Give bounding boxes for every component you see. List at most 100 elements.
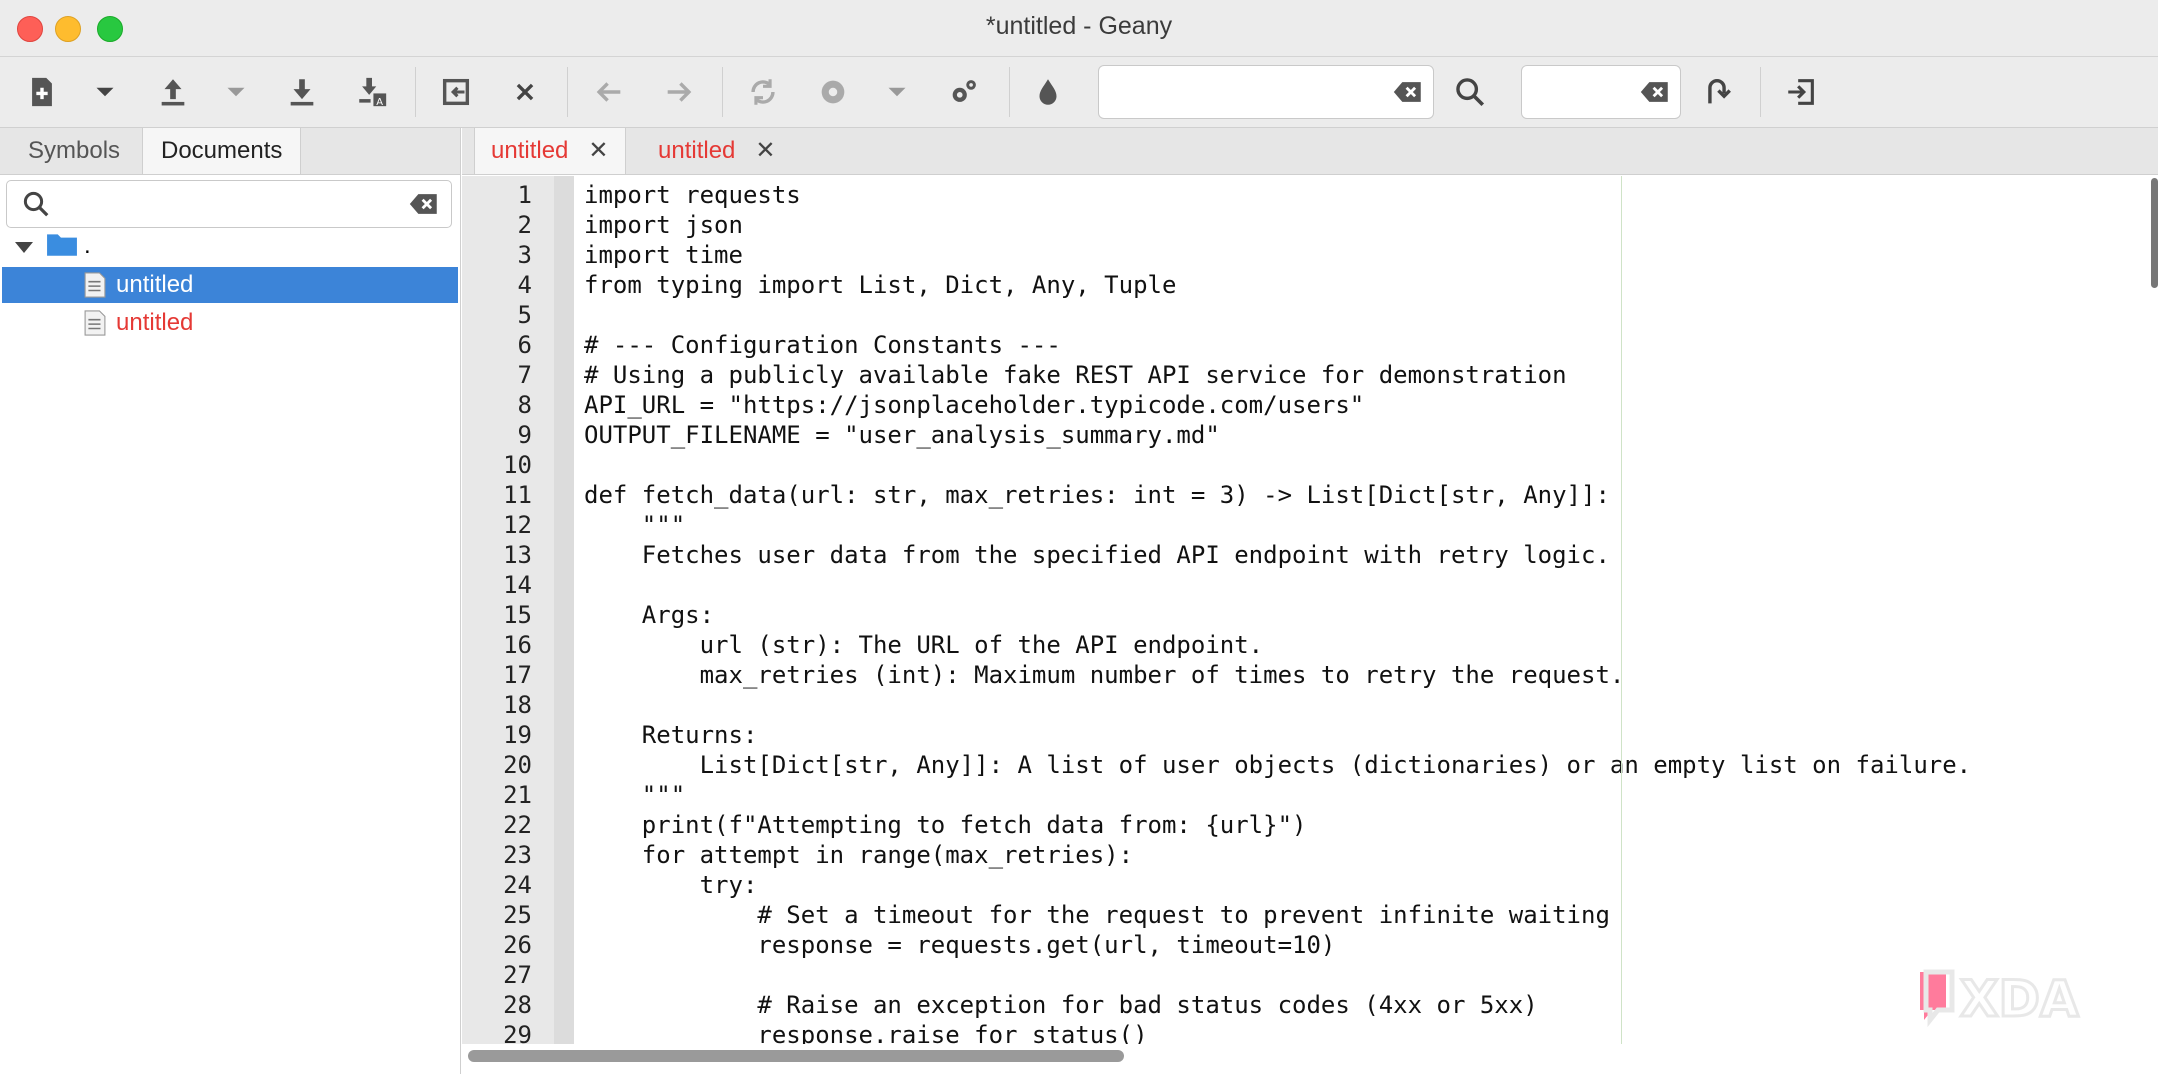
document-item-label: untitled	[116, 271, 194, 298]
code-line: # Set a timeout for the request to preve…	[584, 901, 1610, 929]
search-icon[interactable]	[1447, 69, 1493, 115]
line-number: 11	[503, 481, 532, 509]
long-line-marker	[1621, 176, 1622, 1044]
line-number: 25	[503, 901, 532, 929]
tab-symbols[interactable]: Symbols	[10, 128, 138, 174]
save-all-icon[interactable]: A	[349, 69, 395, 115]
code-line: from typing import List, Dict, Any, Tupl…	[584, 271, 1177, 299]
line-number: 7	[517, 361, 532, 389]
code-line: List[Dict[str, Any]]: A list of user obj…	[584, 751, 1972, 779]
code-line: def fetch_data(url: str, max_retries: in…	[584, 481, 1610, 509]
color-chooser-icon[interactable]	[1025, 69, 1071, 115]
code-line: # Using a publicly available fake REST A…	[584, 361, 1567, 389]
document-filter-field[interactable]	[6, 180, 452, 228]
line-number: 18	[503, 691, 532, 719]
jump-to-line-icon[interactable]	[1694, 69, 1740, 115]
toolbar-separator	[415, 67, 416, 117]
clear-search-icon[interactable]	[1391, 75, 1425, 109]
line-number: 8	[517, 391, 532, 419]
code-line: print(f"Attempting to fetch data from: {…	[584, 811, 1307, 839]
tab-label: untitled	[491, 137, 569, 164]
clear-goto-icon[interactable]	[1638, 75, 1672, 109]
code-line: import requests	[584, 181, 801, 209]
code-line: Returns:	[584, 721, 758, 749]
sidebar-tabs: Symbols Documents	[0, 128, 460, 175]
tree-root[interactable]: .	[2, 228, 458, 264]
svg-text:XDA: XDA	[1960, 970, 2079, 1028]
title-bar: *untitled - Geany	[0, 0, 2158, 57]
close-file-icon[interactable]	[502, 69, 548, 115]
vertical-scrollbar[interactable]	[2151, 178, 2158, 288]
line-number: 17	[503, 661, 532, 689]
close-tab-icon[interactable]: ✕	[755, 128, 775, 174]
dropdown-arrow-icon[interactable]	[82, 69, 128, 115]
xda-watermark: XDA	[1916, 966, 2126, 1032]
forward-arrow-icon[interactable]	[656, 69, 702, 115]
line-number-gutter: 1 2 3 4 5 6 7 8 9 10 11 12 13 14 15 16 17 18 19 20 21 22 23 24 2…	[462, 176, 554, 1049]
line-number: 21	[503, 781, 532, 809]
recent-files-arrow-icon[interactable]	[213, 69, 259, 115]
line-number: 10	[503, 451, 532, 479]
tab-untitled-1[interactable]: untitled ✕	[474, 128, 626, 174]
code-line: OUTPUT_FILENAME = "user_analysis_summary…	[584, 421, 1220, 449]
goto-line-field[interactable]	[1521, 65, 1681, 119]
code-line: max_retries (int): Maximum number of tim…	[584, 661, 1625, 689]
document-item-label: untitled	[116, 309, 194, 336]
line-number: 3	[517, 241, 532, 269]
tab-untitled-2[interactable]: untitled ✕	[642, 128, 792, 174]
code-line: Args:	[584, 601, 715, 629]
line-number: 28	[503, 991, 532, 1019]
code-editor[interactable]: import requests import json import time fro…	[574, 176, 2158, 1044]
fold-margin[interactable]	[554, 176, 574, 1044]
preferences-icon[interactable]	[941, 69, 987, 115]
line-number: 15	[503, 601, 532, 629]
document-item-untitled-1[interactable]: untitled	[2, 267, 458, 303]
open-file-icon[interactable]	[150, 69, 196, 115]
line-number: 2	[517, 211, 532, 239]
quit-icon[interactable]	[1778, 69, 1824, 115]
editor-area: untitled ✕ untitled ✕ 1 2 3 4 5 6 7 8 9 10 11 12 13 14 1…	[462, 128, 2158, 1074]
line-number: 27	[503, 961, 532, 989]
build-icon[interactable]	[810, 69, 856, 115]
line-number: 4	[517, 271, 532, 299]
code-line: Fetches user data from the specified API…	[584, 541, 1610, 569]
search-input[interactable]	[1099, 66, 1433, 118]
clear-filter-icon[interactable]	[407, 187, 441, 226]
code-line: import json	[584, 211, 743, 239]
xda-logo: XDA	[1920, 969, 2081, 1030]
line-number: 1	[517, 181, 532, 209]
line-number: 24	[503, 871, 532, 899]
line-number: 19	[503, 721, 532, 749]
line-number: 29	[503, 1021, 532, 1049]
search-field[interactable]	[1098, 65, 1434, 119]
line-number: 22	[503, 811, 532, 839]
code-line: API_URL = "https://jsonplaceholder.typic…	[584, 391, 1365, 419]
tab-documents[interactable]: Documents	[142, 128, 302, 174]
line-number: 5	[517, 301, 532, 329]
build-dropdown-icon[interactable]	[874, 69, 920, 115]
code-line: url (str): The URL of the API endpoint.	[584, 631, 1264, 659]
code-line: """	[584, 511, 686, 539]
document-filter-input[interactable]	[7, 181, 451, 227]
document-item-untitled-2[interactable]: untitled	[2, 305, 458, 341]
text-file-icon	[84, 309, 106, 348]
line-number: 14	[503, 571, 532, 599]
tab-label: untitled	[658, 137, 736, 164]
code-line: """	[584, 781, 686, 809]
search-icon	[21, 189, 51, 224]
toolbar-separator	[567, 67, 568, 117]
expander-down-icon[interactable]	[12, 234, 36, 270]
line-number: 6	[517, 331, 532, 359]
horizontal-scrollbar[interactable]	[468, 1050, 1124, 1062]
svg-text:A: A	[376, 97, 383, 108]
save-icon[interactable]	[279, 69, 325, 115]
line-number: 16	[503, 631, 532, 659]
folder-icon	[46, 230, 78, 269]
new-file-icon[interactable]	[19, 69, 65, 115]
reload-icon[interactable]	[740, 69, 786, 115]
revert-icon[interactable]	[433, 69, 479, 115]
line-number: 9	[517, 421, 532, 449]
back-arrow-icon[interactable]	[586, 69, 632, 115]
toolbar-separator	[722, 67, 723, 117]
close-tab-icon[interactable]: ✕	[588, 128, 608, 174]
